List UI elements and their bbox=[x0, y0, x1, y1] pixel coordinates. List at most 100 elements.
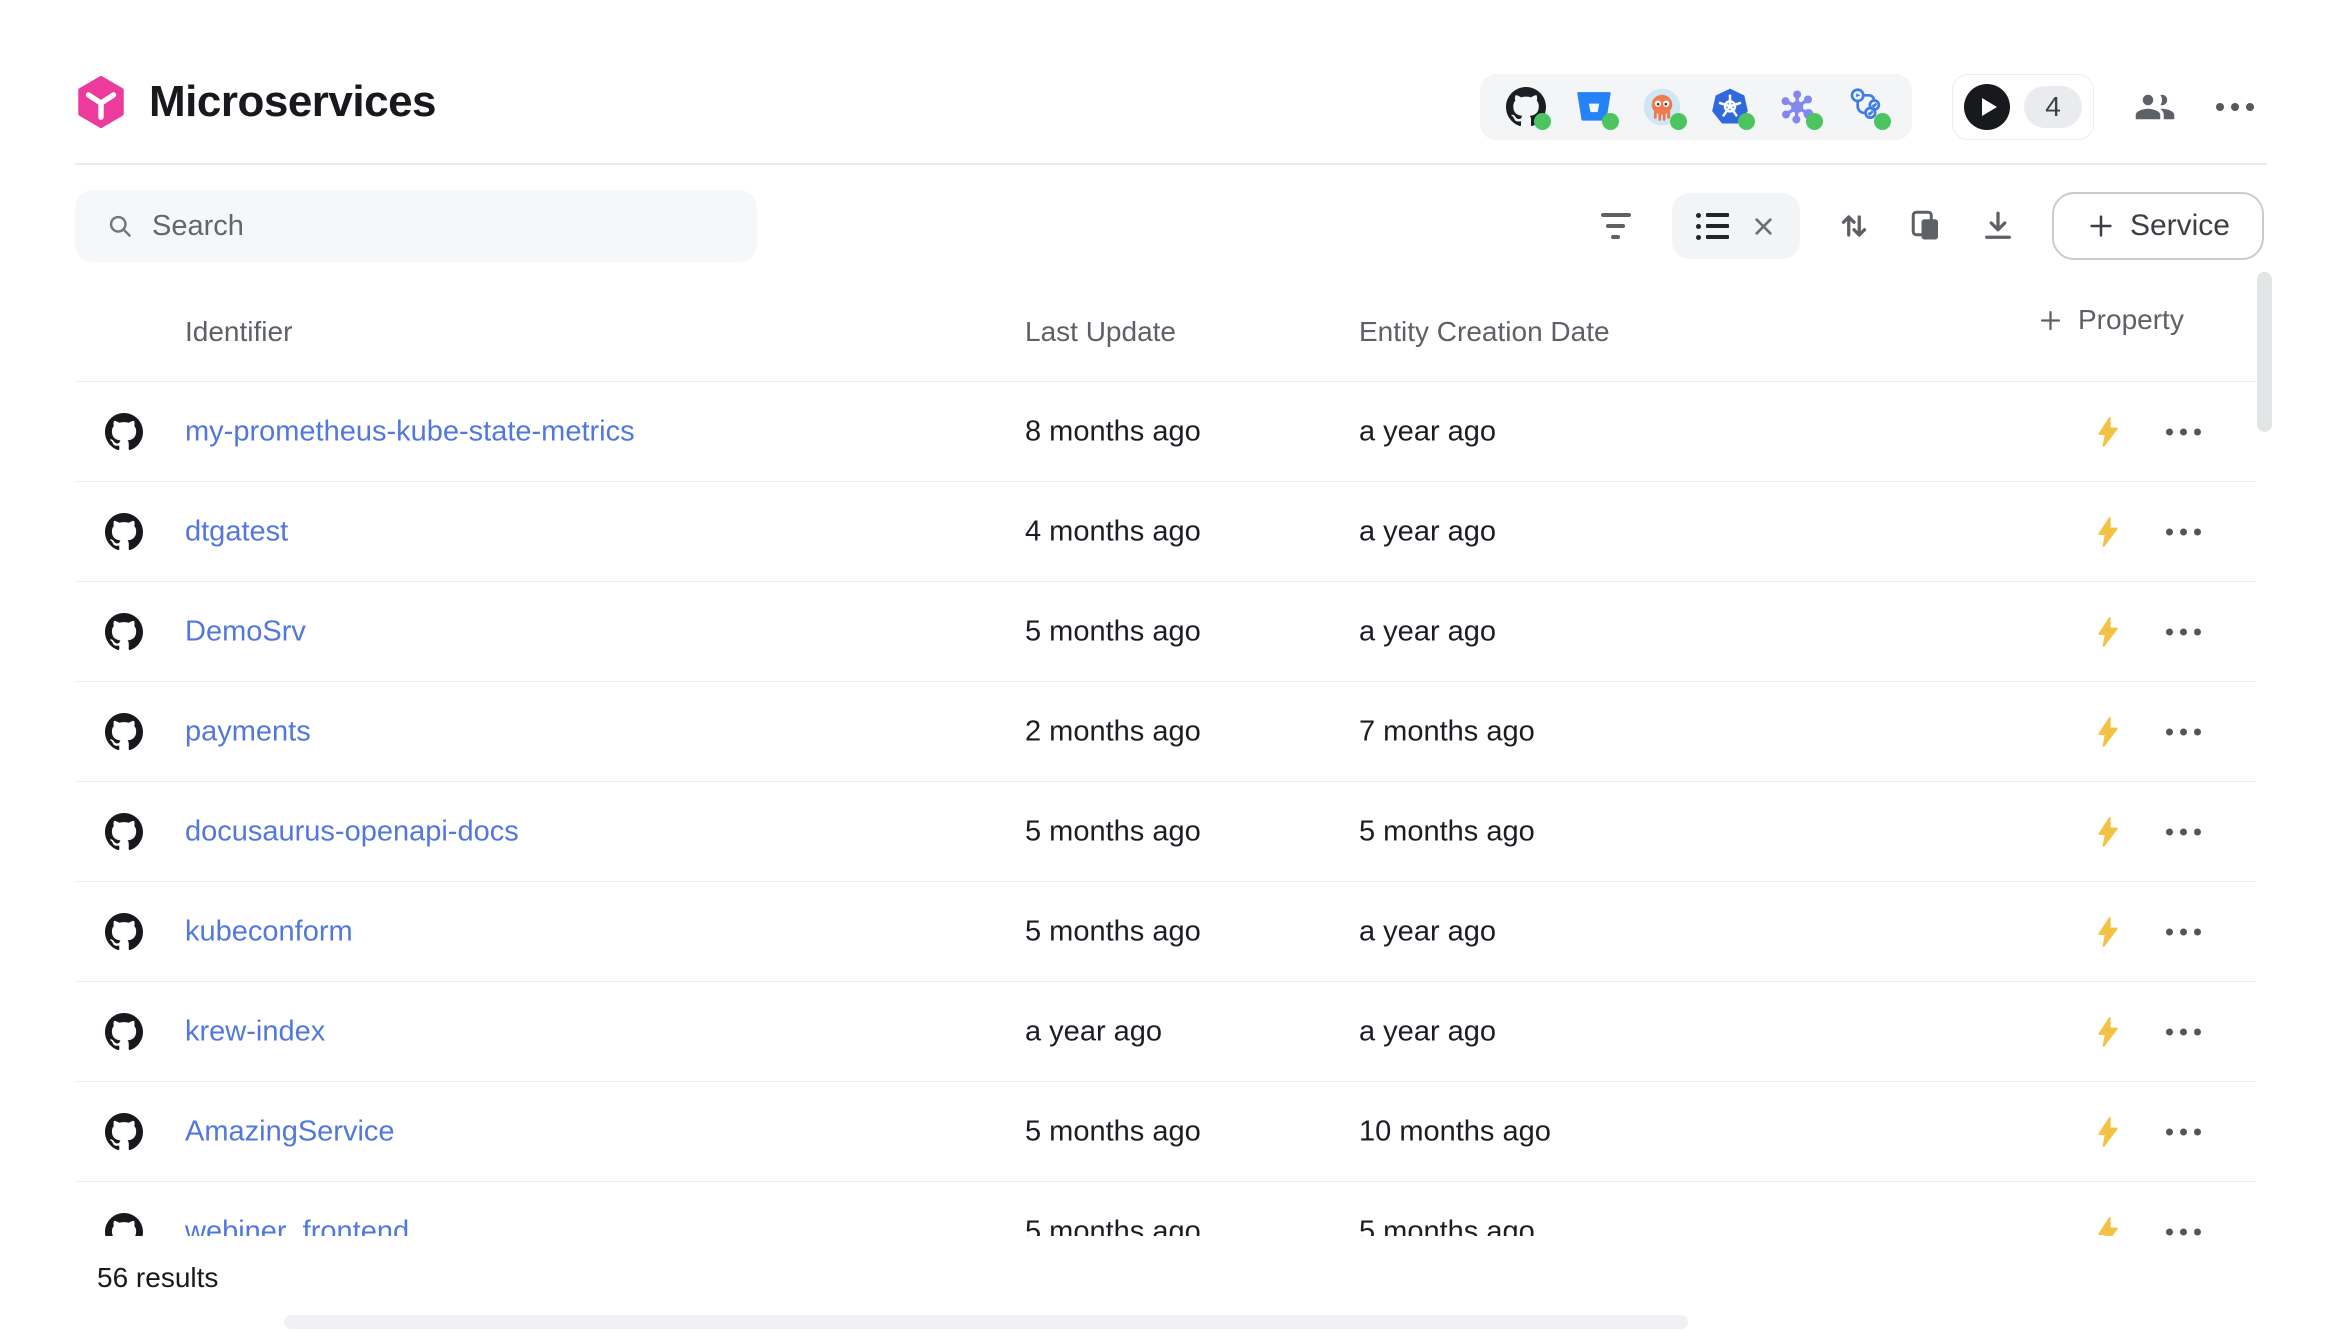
sort-icon[interactable] bbox=[1836, 208, 1872, 244]
row-more-actions-button[interactable] bbox=[2166, 628, 2201, 635]
row-last-update: 5 months ago bbox=[1025, 1215, 1201, 1236]
status-dot bbox=[1534, 113, 1551, 130]
table-row: dtgatest 4 months ago a year ago bbox=[75, 482, 2256, 582]
row-last-update: 2 months ago bbox=[1025, 715, 1201, 748]
header-actions: 4 bbox=[1480, 74, 2254, 140]
cluster-integration-icon[interactable] bbox=[1778, 87, 1818, 127]
row-entity-creation-date: 5 months ago bbox=[1359, 1215, 1535, 1236]
table-row: webiner_frontend 5 months ago 5 months a… bbox=[75, 1182, 2256, 1236]
row-more-actions-button[interactable] bbox=[2166, 928, 2201, 935]
table-row: AmazingService 5 months ago 10 months ag… bbox=[75, 1082, 2256, 1182]
add-property-button[interactable]: Property bbox=[2037, 304, 2184, 336]
lightning-bolt-icon[interactable] bbox=[2091, 615, 2125, 649]
header-more-options-button[interactable] bbox=[2216, 103, 2254, 111]
download-icon[interactable] bbox=[1980, 208, 2016, 244]
row-last-update: 5 months ago bbox=[1025, 915, 1201, 948]
row-identifier-link[interactable]: docusaurus-openapi-docs bbox=[185, 815, 519, 848]
row-entity-creation-date: a year ago bbox=[1359, 515, 1496, 548]
row-last-update: 8 months ago bbox=[1025, 415, 1201, 448]
lightning-bolt-icon[interactable] bbox=[2091, 715, 2125, 749]
lightning-bolt-icon[interactable] bbox=[2091, 915, 2125, 949]
table-row: docusaurus-openapi-docs 5 months ago 5 m… bbox=[75, 782, 2256, 882]
search-input[interactable] bbox=[152, 210, 737, 243]
github-icon bbox=[105, 513, 143, 551]
row-last-update: 5 months ago bbox=[1025, 615, 1201, 648]
lightning-bolt-icon[interactable] bbox=[2091, 1015, 2125, 1049]
row-more-actions-button[interactable] bbox=[2166, 828, 2201, 835]
github-icon bbox=[105, 813, 143, 851]
play-icon[interactable] bbox=[1964, 84, 2010, 130]
row-identifier-link[interactable]: dtgatest bbox=[185, 515, 288, 548]
lightning-bolt-icon[interactable] bbox=[2091, 1215, 2125, 1237]
status-dot bbox=[1738, 113, 1755, 130]
row-last-update: 4 months ago bbox=[1025, 515, 1201, 548]
row-last-update: 5 months ago bbox=[1025, 1115, 1201, 1148]
blueprint-cube-icon bbox=[75, 76, 127, 128]
github-icon bbox=[105, 1113, 143, 1151]
vertical-scrollbar-thumb[interactable] bbox=[2257, 272, 2272, 432]
row-last-update: 5 months ago bbox=[1025, 815, 1201, 848]
row-identifier-link[interactable]: DemoSrv bbox=[185, 615, 306, 648]
search-box[interactable] bbox=[75, 190, 757, 262]
runs-indicator[interactable]: 4 bbox=[1952, 74, 2094, 140]
table-row: my-prometheus-kube-state-metrics 8 month… bbox=[75, 382, 2256, 482]
plus-icon bbox=[2037, 307, 2064, 334]
add-service-button[interactable]: Service bbox=[2052, 192, 2264, 260]
lightning-bolt-icon[interactable] bbox=[2091, 515, 2125, 549]
list-view-filter-chip[interactable] bbox=[1672, 193, 1800, 259]
row-entity-creation-date: a year ago bbox=[1359, 415, 1496, 448]
github-icon bbox=[105, 413, 143, 451]
people-icon[interactable] bbox=[2134, 86, 2176, 128]
lightning-bolt-icon[interactable] bbox=[2091, 815, 2125, 849]
status-dot bbox=[1806, 113, 1823, 130]
column-header-creation-date[interactable]: Entity Creation Date bbox=[1359, 316, 1610, 348]
kubernetes-integration-icon[interactable] bbox=[1710, 87, 1750, 127]
horizontal-scrollbar[interactable] bbox=[284, 1315, 1688, 1329]
row-identifier-link[interactable]: webiner_frontend bbox=[185, 1215, 409, 1236]
table-row: DemoSrv 5 months ago a year ago bbox=[75, 582, 2256, 682]
row-entity-creation-date: a year ago bbox=[1359, 915, 1496, 948]
lightning-bolt-icon[interactable] bbox=[2091, 1115, 2125, 1149]
row-more-actions-button[interactable] bbox=[2166, 728, 2201, 735]
row-entity-creation-date: 10 months ago bbox=[1359, 1115, 1551, 1148]
row-identifier-link[interactable]: payments bbox=[185, 715, 311, 748]
row-more-actions-button[interactable] bbox=[2166, 428, 2201, 435]
page-header: Microservices bbox=[75, 76, 436, 128]
lightning-bolt-icon[interactable] bbox=[2091, 415, 2125, 449]
row-identifier-link[interactable]: krew-index bbox=[185, 1015, 325, 1048]
table-row: kubeconform 5 months ago a year ago bbox=[75, 882, 2256, 982]
row-identifier-link[interactable]: my-prometheus-kube-state-metrics bbox=[185, 415, 635, 448]
pipelines-integration-icon[interactable] bbox=[1846, 87, 1886, 127]
column-header-identifier[interactable]: Identifier bbox=[185, 316, 292, 348]
status-dot bbox=[1670, 113, 1687, 130]
filter-icon[interactable] bbox=[1596, 213, 1636, 239]
integrations-group bbox=[1480, 74, 1912, 140]
row-identifier-link[interactable]: AmazingService bbox=[185, 1115, 395, 1148]
table-rows: my-prometheus-kube-state-metrics 8 month… bbox=[75, 382, 2256, 1236]
github-icon bbox=[105, 913, 143, 951]
table-header-row: Identifier Last Update Entity Creation D… bbox=[75, 280, 2256, 382]
status-dot bbox=[1874, 113, 1891, 130]
plus-icon bbox=[2086, 211, 2116, 241]
catalog-page: Microservices bbox=[0, 0, 2342, 1332]
search-icon bbox=[107, 213, 134, 240]
row-last-update: a year ago bbox=[1025, 1015, 1162, 1048]
row-more-actions-button[interactable] bbox=[2166, 1028, 2201, 1035]
bitbucket-integration-icon[interactable] bbox=[1574, 87, 1614, 127]
github-integration-icon[interactable] bbox=[1506, 87, 1546, 127]
page-title: Microservices bbox=[149, 77, 436, 127]
table-row: krew-index a year ago a year ago bbox=[75, 982, 2256, 1082]
copy-icon[interactable] bbox=[1908, 208, 1944, 244]
row-more-actions-button[interactable] bbox=[2166, 528, 2201, 535]
table-toolbar: Service bbox=[1596, 190, 2264, 262]
add-property-label: Property bbox=[2078, 304, 2184, 336]
row-identifier-link[interactable]: kubeconform bbox=[185, 915, 353, 948]
github-icon bbox=[105, 713, 143, 751]
row-more-actions-button[interactable] bbox=[2166, 1128, 2201, 1135]
close-icon[interactable] bbox=[1751, 214, 1776, 239]
row-entity-creation-date: 7 months ago bbox=[1359, 715, 1535, 748]
row-entity-creation-date: a year ago bbox=[1359, 1015, 1496, 1048]
column-header-last-update[interactable]: Last Update bbox=[1025, 316, 1176, 348]
argocd-integration-icon[interactable] bbox=[1642, 87, 1682, 127]
row-more-actions-button[interactable] bbox=[2166, 1228, 2201, 1235]
